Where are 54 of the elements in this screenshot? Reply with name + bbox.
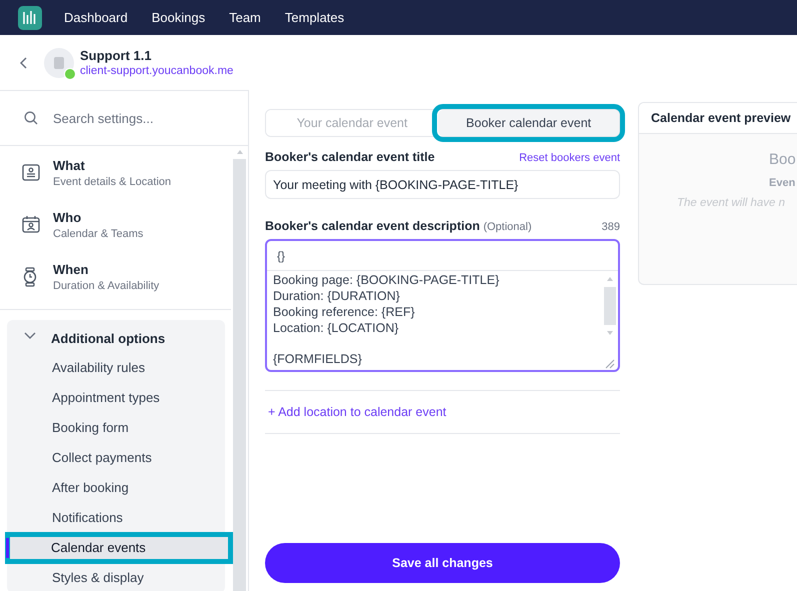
menu-item[interactable]: Booking form [7,413,225,443]
search-field[interactable]: Search settings... [51,110,225,126]
menu-item[interactable]: Appointment types [7,383,225,413]
group-title[interactable]: Additional options [51,330,166,346]
section-subtitle: Calendar & Teams [53,228,144,240]
tab[interactable]: Booker calendar event [438,110,619,136]
resize-grip-icon [605,359,615,369]
section-title: Who [53,210,82,225]
panel-title: Calendar event preview [651,111,791,125]
menu-item[interactable]: After booking [7,473,225,503]
menu-item[interactable]: Calendar events [6,533,232,563]
reset-link[interactable]: Reset bookers event [519,152,620,164]
menu-item[interactable]: Availability rules [7,353,225,383]
menu-item[interactable]: Collect payments [7,443,225,473]
calendar-person-icon [22,215,40,235]
section-subtitle: Duration & Availability [53,280,160,292]
text-line: Duration: {DURATION} [273,288,401,304]
nav-link[interactable]: Templates [284,10,344,25]
scroll-up-icon [606,276,614,282]
section-subtitle: Event details & Location [53,176,172,188]
page-title: Support 1.1 [80,48,153,63]
page-url[interactable]: client-support.youcanbook.me [80,65,234,77]
back-icon [20,56,28,68]
settings-section[interactable]: Who Calendar & Teams [0,199,231,251]
section-title: What [53,158,86,173]
variables-button[interactable]: {} [273,248,290,262]
nav-link[interactable]: Dashboard [64,10,128,25]
scrollbar[interactable] [233,149,246,591]
add-location-link[interactable]: + Add location to calendar event [265,391,446,433]
settings-section[interactable]: What Event details & Location [0,147,231,199]
preview-heading: Boo [768,151,797,168]
text-line: {FORMFIELDS} [273,351,363,367]
text-line: Booking reference: {REF} [273,304,416,320]
nav-link[interactable]: Team [229,10,261,25]
scroll-down-icon [606,330,614,336]
section-title: When [53,262,90,277]
page-icon [53,56,65,70]
save-button[interactable]: Save all changes [265,543,620,583]
description-editor[interactable]: {} Booking page: {BOOKING-PAGE-TITLE} Duration: {DURATION} Booking reference: {REF} Location: {LOCATION} {FORMFIELDS} [265,239,620,372]
search-icon [24,111,38,125]
logo-icon [18,6,42,30]
menu-item[interactable]: Styles & display [7,563,225,591]
text-line: Booking page: {BOOKING-PAGE-TITLE} [273,272,500,288]
text-line: Location: {LOCATION} [273,320,400,336]
scroll-up-icon [236,149,244,155]
id-card-icon [22,163,40,183]
title-input[interactable]: Your meeting with {BOOKING-PAGE-TITLE} [265,170,620,199]
preview-subheading: Even [768,177,796,189]
settings-section[interactable]: When Duration & Availability [0,251,231,303]
field-label: Booker's calendar event description (Optional) [265,219,532,233]
field-label: Booker's calendar event title [265,150,435,164]
menu-item[interactable]: Notifications [7,503,225,533]
character-count: 389 [602,221,620,233]
nav-link[interactable]: Bookings [152,10,206,25]
